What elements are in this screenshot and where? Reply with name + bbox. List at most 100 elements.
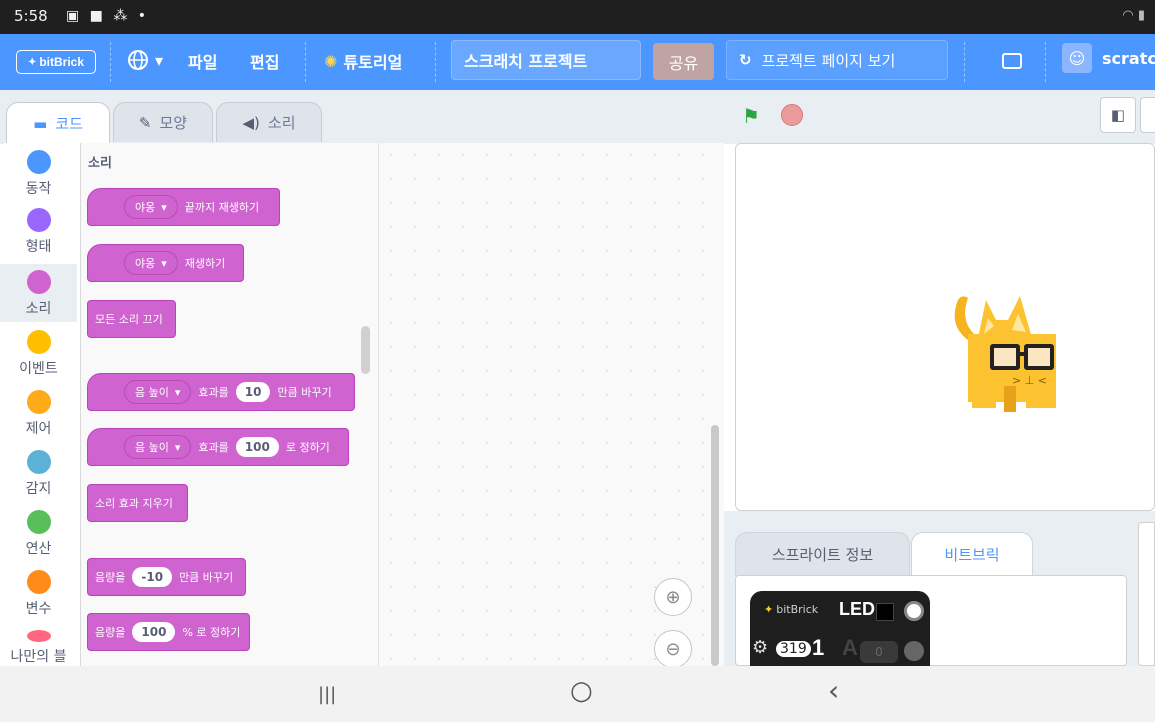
- block-clear-sound-effects[interactable]: 소리 효과 지우기: [87, 484, 188, 522]
- sound-dropdown[interactable]: 야옹 ▾: [124, 195, 178, 219]
- home-icon[interactable]: ○: [570, 676, 593, 706]
- category-my-blocks[interactable]: 나만의 블: [0, 630, 77, 666]
- back-icon[interactable]: ‹: [828, 674, 839, 707]
- bitbrick-device-card[interactable]: ✦ bitBrick LED ⚙ 319 1 A 0: [750, 591, 930, 666]
- category-sensing[interactable]: 감지: [0, 450, 77, 498]
- project-page-icon: ↻: [739, 51, 752, 69]
- workspace-scrollbar[interactable]: [711, 425, 719, 666]
- stage-canvas[interactable]: [735, 143, 1155, 511]
- block-change-effect[interactable]: 음 높이 ▾ 효과를 10 만큼 바꾸기: [87, 373, 355, 411]
- tab-costumes-label: 모양: [159, 114, 188, 132]
- file-menu[interactable]: 파일: [188, 49, 217, 73]
- zoom-out-icon: ⊖: [665, 638, 681, 660]
- tab-bitbrick[interactable]: 비트브릭: [911, 532, 1033, 576]
- category-events[interactable]: 이벤트: [0, 330, 77, 378]
- block-text: 음량을: [95, 571, 126, 584]
- folder-icon[interactable]: [1002, 53, 1022, 69]
- caret-down-icon: ▾: [174, 385, 181, 399]
- tutorials-label: 튜토리얼: [343, 53, 403, 72]
- channel-number: 1: [812, 635, 825, 660]
- block-play-sound-until-done[interactable]: 야옹 ▾ 끝까지 재생하기: [87, 188, 280, 226]
- category-operators[interactable]: 연산: [0, 510, 77, 558]
- username[interactable]: scratc: [1102, 49, 1155, 68]
- tab-costumes[interactable]: ✎ 모양: [113, 102, 213, 142]
- share-button[interactable]: 공유: [653, 43, 714, 80]
- green-flag-icon[interactable]: ⚑: [742, 104, 760, 128]
- large-stage-button[interactable]: [1140, 97, 1155, 133]
- block-set-effect[interactable]: 음 높이 ▾ 효과를 100 로 정하기: [87, 428, 349, 466]
- category-dot-icon: [26, 630, 51, 642]
- category-variables[interactable]: 변수: [0, 570, 77, 618]
- category-sound[interactable]: 소리: [0, 264, 77, 322]
- small-stage-button[interactable]: ◧: [1100, 97, 1136, 133]
- effect-dropdown[interactable]: 음 높이 ▾: [124, 380, 192, 404]
- bitbrick-cat-sprite[interactable]: > ⊥ <: [946, 290, 1066, 412]
- sound-dropdown[interactable]: 야옹 ▾: [124, 251, 178, 275]
- logo-text: bitBrick: [39, 55, 85, 69]
- tab-sprite-info[interactable]: 스프라이트 정보: [735, 532, 910, 576]
- cat-face-icon: ☺: [1068, 48, 1086, 68]
- see-project-page-button[interactable]: ↻ 프로젝트 페이지 보기: [726, 40, 948, 80]
- stage-selector-panel[interactable]: [1138, 522, 1155, 666]
- small-stage-icon: ◧: [1110, 106, 1126, 124]
- recent-apps-icon[interactable]: |||: [318, 684, 336, 705]
- block-text: 소리 효과 지우기: [95, 497, 173, 510]
- led-toggle[interactable]: [904, 601, 924, 621]
- editor-tab-bar: [0, 90, 735, 144]
- block-text: 로 정하기: [285, 441, 330, 454]
- sensor-value: 319: [776, 641, 811, 657]
- volume-value-input[interactable]: 100: [132, 622, 176, 642]
- tutorials-button[interactable]: ✺ 튜토리얼: [324, 49, 402, 73]
- menu-bar: ✦ bitBrick ▾ 파일 편집 ✺ 튜토리얼 스크래치 프로젝트 공유 ↻…: [0, 34, 1155, 90]
- spark-icon: ✦: [764, 603, 774, 616]
- block-text: 만큼 바꾸기: [179, 571, 234, 584]
- notification-icons: ▣ ■ ⁂ •: [66, 8, 150, 24]
- menu-divider: [964, 42, 965, 82]
- avatar[interactable]: ☺: [1062, 43, 1092, 73]
- bitbrick-logo[interactable]: ✦ bitBrick: [16, 50, 96, 74]
- language-menu[interactable]: ▾: [127, 49, 163, 71]
- category-control[interactable]: 제어: [0, 390, 77, 438]
- palette-scrollbar[interactable]: [361, 326, 370, 374]
- effect-value-input[interactable]: 10: [235, 382, 271, 402]
- block-text: % 로 정하기: [182, 626, 241, 639]
- code-icon: ▬: [33, 114, 48, 133]
- block-stop-all-sounds[interactable]: 모든 소리 끄기: [87, 300, 176, 338]
- wifi-battery-icon: ◠ ▮: [1122, 8, 1145, 23]
- category-label: 변수: [25, 601, 52, 617]
- block-set-volume[interactable]: 음량을 100 % 로 정하기: [87, 613, 250, 651]
- block-start-sound[interactable]: 야옹 ▾ 재생하기: [87, 244, 244, 282]
- tab-code[interactable]: ▬ 코드: [6, 102, 110, 144]
- project-title-input[interactable]: 스크래치 프로젝트: [451, 40, 641, 80]
- category-looks[interactable]: 형태: [0, 208, 77, 256]
- tab-sounds[interactable]: ◀) 소리: [216, 102, 322, 142]
- analog-toggle[interactable]: [904, 641, 924, 661]
- speaker-icon: ◀): [242, 113, 260, 132]
- effect-value-input[interactable]: 100: [235, 437, 279, 457]
- category-dot-icon: [26, 270, 51, 294]
- project-page-label: 프로젝트 페이지 보기: [761, 51, 896, 70]
- volume-value-input[interactable]: -10: [132, 567, 173, 587]
- led-color-swatch[interactable]: [876, 603, 894, 621]
- category-label: 제어: [25, 421, 52, 437]
- effect-dropdown[interactable]: 음 높이 ▾: [124, 435, 192, 459]
- dropdown-value: 음 높이: [135, 386, 169, 399]
- category-label: 이벤트: [19, 361, 58, 377]
- gear-icon: ⚙: [752, 637, 769, 658]
- tab-sounds-label: 소리: [267, 114, 296, 132]
- zoom-in-icon: ⊕: [665, 586, 681, 608]
- category-dot-icon: [26, 450, 51, 474]
- category-label: 소리: [25, 301, 52, 317]
- stop-icon[interactable]: [781, 104, 803, 126]
- dropdown-value: 야옹: [135, 201, 156, 214]
- category-label: 감지: [25, 481, 52, 497]
- led-label: LED: [839, 599, 875, 619]
- block-change-volume[interactable]: 음량을 -10 만큼 바꾸기: [87, 558, 246, 596]
- block-text: 만큼 바꾸기: [277, 386, 332, 399]
- edit-menu[interactable]: 편집: [250, 49, 279, 73]
- zoom-out-button[interactable]: ⊖: [654, 630, 692, 668]
- zoom-in-button[interactable]: ⊕: [654, 578, 692, 616]
- category-motion[interactable]: 동작: [0, 150, 77, 198]
- analog-value: 0: [860, 641, 898, 663]
- category-label: 연산: [25, 541, 52, 557]
